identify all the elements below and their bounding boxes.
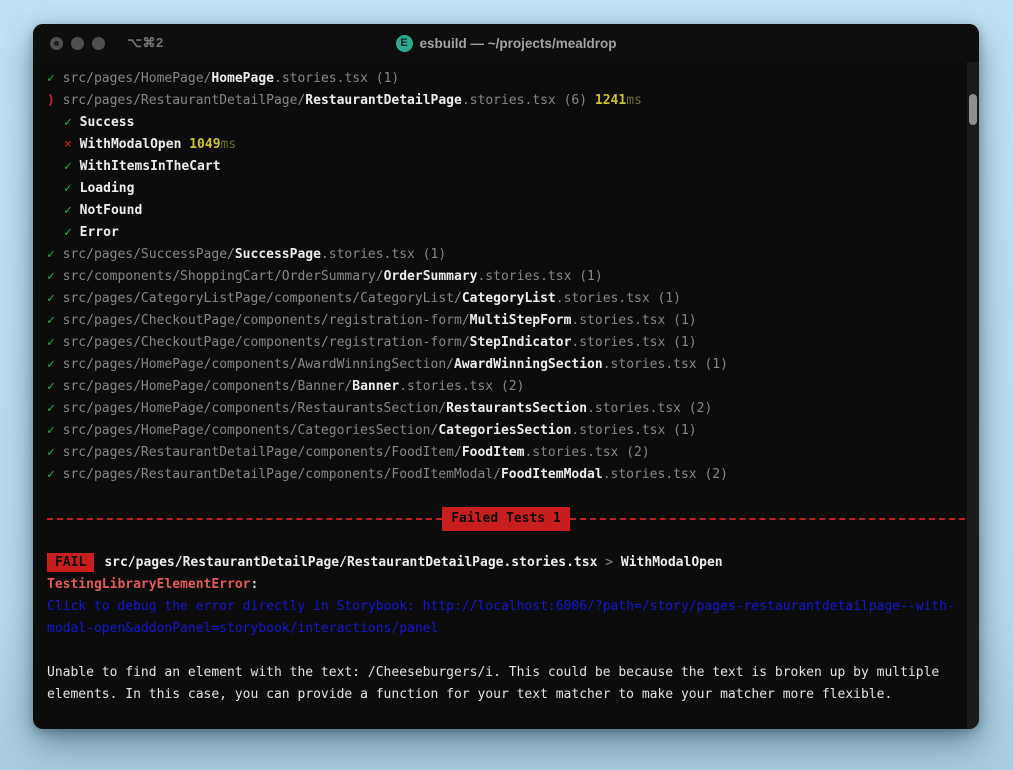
failed-file-path: src/pages/RestaurantDetailPage/Restauran… [104, 555, 597, 570]
scrollbar-thumb[interactable] [969, 94, 977, 125]
pass-check-icon: ✓ [64, 181, 80, 196]
error-type-row: TestingLibraryElementError: [47, 574, 965, 596]
pass-check-icon: ✓ [47, 313, 63, 328]
failed-test-header: FAIL src/pages/RestaurantDetailPage/Resta… [47, 552, 965, 574]
test-file-row: ✓ src/pages/RestaurantDetailPage/compone… [47, 442, 965, 464]
test-file-row: ✓ src/pages/CheckoutPage/components/regi… [47, 332, 965, 354]
failed-tests-divider: Failed Tests 1 [47, 508, 965, 530]
pass-check-icon: ✓ [47, 423, 63, 438]
error-message: Unable to find an element with the text:… [47, 662, 957, 706]
breadcrumb-separator: > [597, 555, 620, 570]
pass-check-icon: ✓ [47, 71, 63, 86]
error-type-name: TestingLibraryElementError [47, 577, 251, 592]
test-file-row: ✓ src/pages/HomePage/components/Categori… [47, 420, 965, 442]
fail-mark-icon: ) [47, 93, 63, 108]
test-case-row: × WithModalOpen 1049ms [47, 134, 965, 156]
test-file-row: ✓ src/pages/HomePage/components/Banner/B… [47, 376, 965, 398]
pass-check-icon: ✓ [47, 269, 63, 284]
titlebar[interactable]: ⌥⌘2 E esbuild — ~/projects/mealdrop [33, 24, 979, 62]
scrollbar-track[interactable] [967, 62, 979, 729]
pass-check-icon: ✓ [47, 467, 63, 482]
test-case-row: ✓ WithItemsInTheCart [47, 156, 965, 178]
pass-check-icon: ✓ [64, 115, 80, 130]
close-button-icon[interactable] [50, 37, 63, 50]
fail-mark-icon: × [64, 137, 80, 152]
divider-line-right [570, 518, 965, 520]
failed-tests-badge: Failed Tests 1 [442, 507, 570, 531]
traffic-lights [50, 37, 105, 50]
pass-check-icon: ✓ [47, 291, 63, 306]
test-summary-list: ✓ src/pages/HomePage/HomePage.stories.ts… [47, 68, 965, 486]
fail-badge: FAIL [47, 553, 94, 572]
test-file-row: ✓ src/pages/HomePage/components/AwardWin… [47, 354, 965, 376]
window-title: esbuild — ~/projects/mealdrop [420, 36, 617, 51]
esbuild-app-icon: E [396, 35, 413, 52]
storybook-debug-link[interactable]: Click to debug the error directly in Sto… [47, 596, 955, 640]
terminal-output: ✓ src/pages/HomePage/HomePage.stories.ts… [33, 62, 979, 729]
failed-test-name: WithModalOpen [621, 555, 723, 570]
zoom-button-icon[interactable] [92, 37, 105, 50]
test-case-row: ✓ Success [47, 112, 965, 134]
pass-check-icon: ✓ [64, 159, 80, 174]
test-file-row: ✓ src/pages/HomePage/components/Restaura… [47, 398, 965, 420]
test-case-row: ✓ Error [47, 222, 965, 244]
pass-check-icon: ✓ [64, 203, 80, 218]
pass-check-icon: ✓ [64, 225, 80, 240]
pass-check-icon: ✓ [47, 247, 63, 262]
test-case-row: ✓ Loading [47, 178, 965, 200]
test-file-row: ✓ src/pages/HomePage/HomePage.stories.ts… [47, 68, 965, 90]
test-file-row: ✓ src/pages/CheckoutPage/components/regi… [47, 310, 965, 332]
pass-check-icon: ✓ [47, 335, 63, 350]
test-file-row: ✓ src/components/ShoppingCart/OrderSumma… [47, 266, 965, 288]
minimize-button-icon[interactable] [71, 37, 84, 50]
pass-check-icon: ✓ [47, 357, 63, 372]
terminal-window: ⌥⌘2 E esbuild — ~/projects/mealdrop ✓ sr… [33, 24, 979, 729]
test-file-row: ✓ src/pages/RestaurantDetailPage/compone… [47, 464, 965, 486]
test-file-row: ✓ src/pages/CategoryListPage/components/… [47, 288, 965, 310]
pass-check-icon: ✓ [47, 401, 63, 416]
pass-check-icon: ✓ [47, 445, 63, 460]
test-case-row: ✓ NotFound [47, 200, 965, 222]
divider-line-left [47, 518, 442, 520]
tab-shortcut-label: ⌥⌘2 [127, 35, 164, 51]
pass-check-icon: ✓ [47, 379, 63, 394]
test-file-row: ✓ src/pages/SuccessPage/SuccessPage.stor… [47, 244, 965, 266]
test-file-row: ) src/pages/RestaurantDetailPage/Restaur… [47, 90, 965, 112]
window-title-group: E esbuild — ~/projects/mealdrop [33, 24, 979, 62]
